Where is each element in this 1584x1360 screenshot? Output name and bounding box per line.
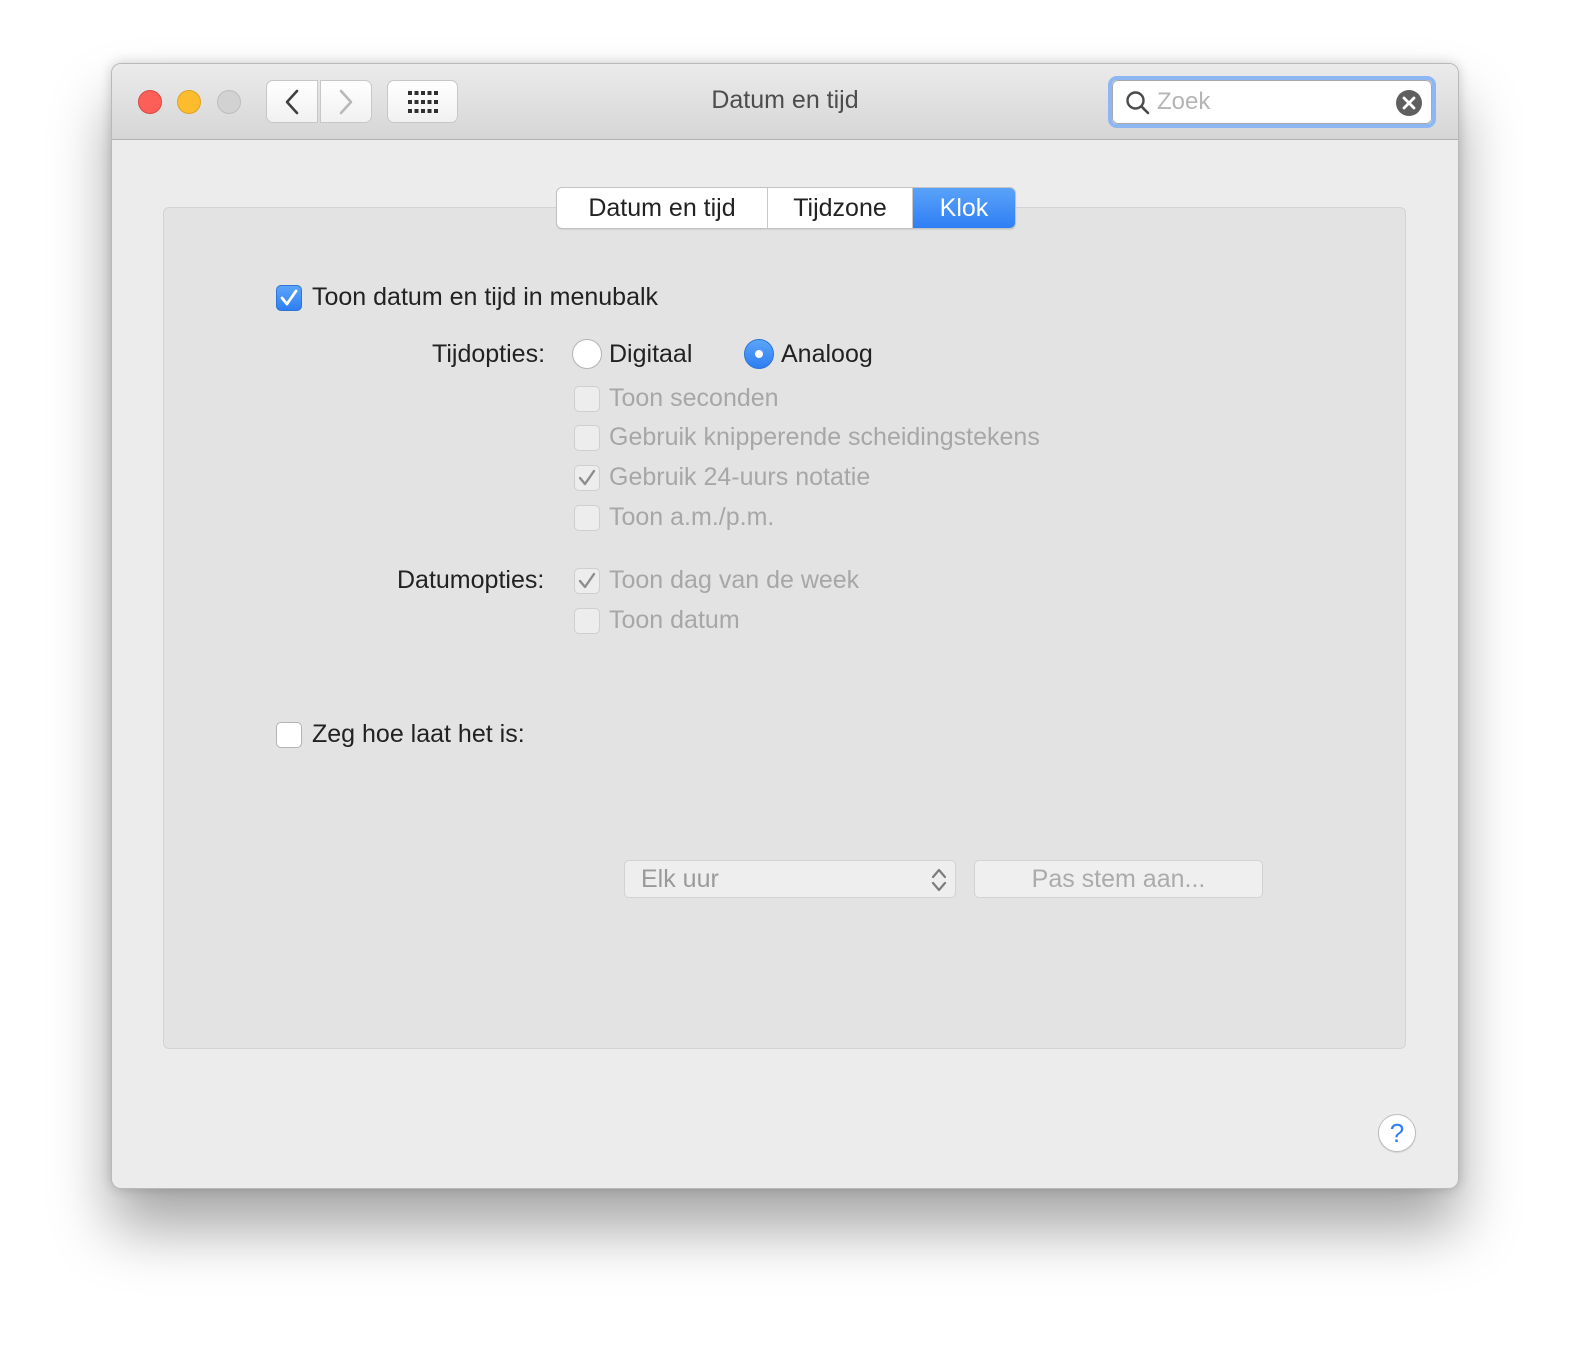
radio-digital-label: Digitaal (609, 340, 693, 368)
help-button[interactable]: ? (1378, 1114, 1416, 1152)
search-input[interactable] (1157, 87, 1387, 117)
radio-digital[interactable] (572, 339, 602, 369)
search-field[interactable] (1108, 76, 1436, 128)
checkmark-icon (578, 572, 596, 589)
show-date-checkbox (574, 608, 600, 634)
announce-interval-popup: Elk uur (624, 860, 956, 898)
tab-timezone[interactable]: Tijdzone (767, 188, 912, 228)
show-seconds-checkbox (574, 386, 600, 412)
radio-analog[interactable] (744, 339, 774, 369)
show-weekday-checkbox (574, 568, 600, 594)
use-24-hour-checkbox (574, 465, 600, 491)
clock-settings-panel: Toon datum en tijd in menubalk Tijdoptie… (163, 207, 1406, 1049)
announce-time-label: Zeg hoe laat het is: (312, 720, 525, 748)
announce-time-checkbox[interactable] (276, 722, 302, 748)
show-ampm-checkbox (574, 505, 600, 531)
flash-separators-label: Gebruik knipperende scheidingstekens (609, 423, 1040, 451)
checkmark-icon (280, 289, 298, 306)
radio-selected-dot (755, 350, 763, 358)
tab-clock[interactable]: Klok (912, 188, 1015, 228)
tab-bar: Datum en tijd Tijdzone Klok (556, 187, 1016, 229)
flash-separators-checkbox (574, 425, 600, 451)
preferences-window: Datum en tijd Toon datum (111, 63, 1459, 1189)
up-down-arrows-icon (931, 868, 947, 892)
announce-interval-value: Elk uur (641, 865, 719, 893)
radio-analog-label: Analoog (781, 340, 873, 368)
use-24-hour-label: Gebruik 24-uurs notatie (609, 463, 871, 491)
checkmark-icon (578, 469, 596, 486)
clear-search-icon[interactable] (1395, 89, 1423, 117)
date-options-label: Datumopties: (397, 566, 545, 594)
show-in-menubar-checkbox[interactable] (276, 285, 302, 311)
tab-date-time[interactable]: Datum en tijd (557, 188, 767, 228)
show-in-menubar-label: Toon datum en tijd in menubalk (312, 283, 659, 311)
search-icon (1126, 91, 1150, 115)
show-weekday-label: Toon dag van de week (609, 566, 860, 594)
customize-voice-button: Pas stem aan... (974, 860, 1263, 898)
show-seconds-label: Toon seconden (609, 384, 779, 412)
show-date-label: Toon datum (609, 606, 740, 634)
title-bar: Datum en tijd (112, 64, 1458, 140)
show-ampm-label: Toon a.m./p.m. (609, 503, 775, 531)
time-options-label: Tijdopties: (432, 340, 546, 368)
